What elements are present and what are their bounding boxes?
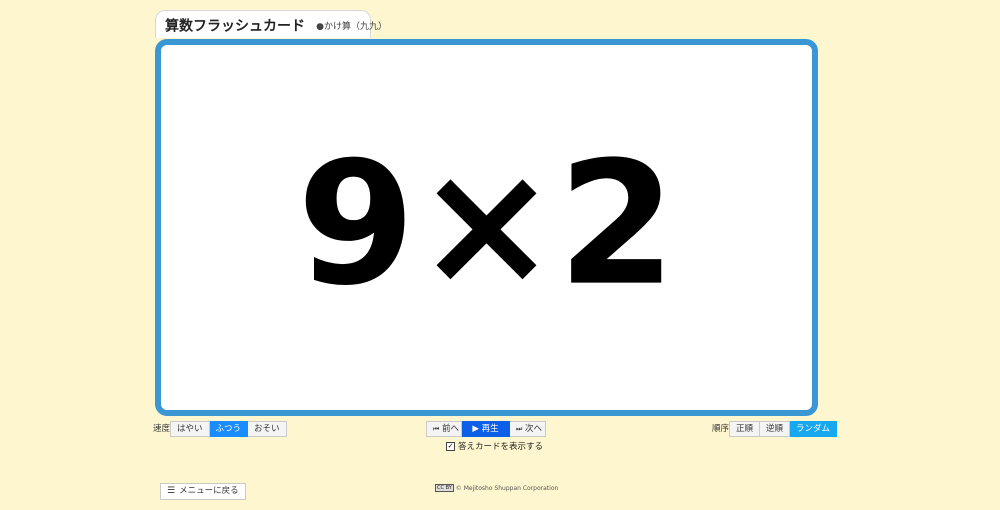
speed-slow-button[interactable]: おそい [248,421,287,437]
skip-forward-icon: ⏭ [516,425,523,433]
order-selector: 正順 逆順 ランダム [729,421,838,437]
list-icon: ☰ [167,486,176,496]
copyright-text: © Mejitosho Shuppan Corporation [455,484,559,492]
next-label: 次へ [525,424,543,434]
card-question: 9×2 [296,125,676,324]
next-button[interactable]: ⏭ 次へ [510,421,546,437]
skip-back-icon: ⏮ [433,425,440,433]
prev-button[interactable]: ⏮ 前へ [426,421,462,437]
footer: CC BY © Mejitosho Shuppan Corporation [435,484,558,492]
show-answer-toggle[interactable]: ✓ 答えカードを表示する [446,440,543,452]
app-subtitle: ●かけ算（九九） [316,22,387,32]
order-label: 順序 [712,424,730,434]
app-title-tab: 算数フラッシュカード ●かけ算（九九） [155,10,387,38]
playback-controls: ⏮ 前へ ▶ 再生 ⏭ 次へ [426,421,546,437]
order-random-button[interactable]: ランダム [790,421,838,437]
app-title: 算数フラッシュカード [165,18,305,35]
show-answer-label: 答えカードを表示する [458,442,544,452]
cc-license-badge[interactable]: CC BY [435,484,454,492]
speed-selector: はやい ふつう おそい [170,421,287,437]
flash-card: 9×2 [155,39,818,416]
back-to-menu-button[interactable]: ☰ メニューに戻る [160,483,246,500]
order-forward-button[interactable]: 正順 [729,421,761,437]
speed-fast-button[interactable]: はやい [170,421,210,437]
speed-normal-button[interactable]: ふつう [209,421,249,437]
speed-label: 速度 [153,424,171,434]
show-answer-checkbox[interactable]: ✓ [446,441,455,451]
order-reverse-button[interactable]: 逆順 [760,421,791,437]
play-button[interactable]: ▶ 再生 [462,421,510,437]
back-to-menu-label: メニューに戻る [179,486,239,496]
prev-label: 前へ [442,424,460,434]
